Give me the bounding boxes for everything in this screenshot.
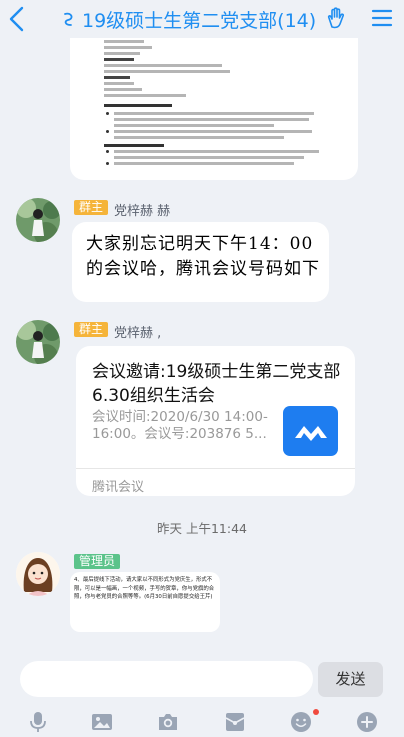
notification-dot bbox=[313, 709, 319, 715]
doc-text-line bbox=[114, 130, 312, 133]
user-avatar-icon bbox=[16, 552, 60, 596]
doc-text-line bbox=[114, 124, 274, 127]
doc-text-line bbox=[114, 112, 314, 115]
emoji-icon[interactable] bbox=[290, 711, 312, 733]
doc-text-line bbox=[104, 64, 222, 67]
card-source: 腾讯会议 bbox=[92, 480, 145, 495]
chat-header: 19级硕士生第二党支部(14) bbox=[0, 0, 404, 38]
image-text: 4、最后提线下活动，请大家以不同形式为党庆生，形式不限，可以是一幅画，一个视频，… bbox=[74, 577, 215, 600]
user-avatar-icon bbox=[16, 198, 60, 242]
card-divider bbox=[76, 468, 355, 469]
plus-icon[interactable] bbox=[356, 711, 378, 733]
chat-title: 19级硕士生第二党支部(14) bbox=[82, 9, 317, 32]
doc-text-line bbox=[114, 136, 284, 139]
document-image[interactable] bbox=[84, 38, 332, 170]
menu-icon[interactable] bbox=[371, 8, 393, 28]
camera-icon[interactable] bbox=[157, 711, 179, 733]
doc-text-line bbox=[114, 162, 294, 165]
hand-wave-icon[interactable] bbox=[326, 7, 348, 29]
red-packet-icon[interactable] bbox=[224, 711, 246, 733]
doc-text-line bbox=[104, 58, 134, 61]
timestamp: 昨天 上午11:44 bbox=[157, 521, 247, 536]
avatar[interactable] bbox=[16, 552, 60, 596]
message-bubble-document[interactable] bbox=[70, 38, 358, 180]
doc-bullet bbox=[106, 150, 109, 153]
doc-text-line bbox=[104, 46, 152, 49]
sender-name[interactable]: 党梓赫 , bbox=[114, 322, 161, 341]
role-badge: 群主 bbox=[74, 200, 109, 215]
message-text: 大家别忘记明天下午14：00的会议哈，腾讯会议号码如下 bbox=[86, 234, 320, 279]
doc-heading-line bbox=[104, 144, 164, 147]
group-chat-icon bbox=[64, 12, 73, 26]
chevron-left-icon[interactable] bbox=[6, 4, 28, 34]
avatar[interactable] bbox=[16, 320, 60, 364]
doc-bullet bbox=[106, 130, 109, 133]
tencent-meeting-icon bbox=[283, 406, 338, 456]
doc-text-line bbox=[104, 94, 186, 97]
doc-heading-line bbox=[104, 104, 172, 107]
doc-text-line bbox=[114, 150, 319, 153]
doc-text-line bbox=[104, 76, 130, 79]
avatar[interactable] bbox=[16, 198, 60, 242]
card-title: 会议邀请:19级硕士生第二党支部 6.30组织生活会 bbox=[92, 362, 341, 406]
doc-text-line bbox=[104, 40, 144, 43]
send-button[interactable]: 发送 bbox=[318, 662, 383, 697]
role-badge: 管理员 bbox=[74, 554, 121, 569]
doc-text-line bbox=[104, 70, 230, 73]
input-toolbar bbox=[0, 707, 404, 737]
doc-text-line bbox=[114, 118, 309, 121]
image-icon[interactable] bbox=[91, 711, 113, 733]
doc-bullet bbox=[106, 162, 109, 165]
microphone-icon[interactable] bbox=[27, 711, 49, 733]
sender-name[interactable]: 党梓赫 赫 bbox=[114, 200, 170, 219]
card-description: 会议时间:2020/6/30 14:00-16:00。会议号:203876 5.… bbox=[92, 409, 268, 442]
doc-text-line bbox=[114, 156, 304, 159]
user-avatar-icon bbox=[16, 320, 60, 364]
chat-title-area[interactable]: 19级硕士生第二党支部(14) bbox=[60, 6, 316, 32]
doc-text-line bbox=[104, 88, 142, 91]
doc-text-line bbox=[104, 82, 134, 85]
doc-text-line bbox=[104, 52, 140, 55]
message-input[interactable] bbox=[20, 661, 313, 697]
doc-bullet bbox=[106, 112, 109, 115]
message-bubble-image[interactable]: 4、最后提线下活动，请大家以不同形式为党庆生，形式不限，可以是一幅画，一个视频，… bbox=[70, 572, 220, 632]
role-badge: 群主 bbox=[74, 322, 109, 337]
